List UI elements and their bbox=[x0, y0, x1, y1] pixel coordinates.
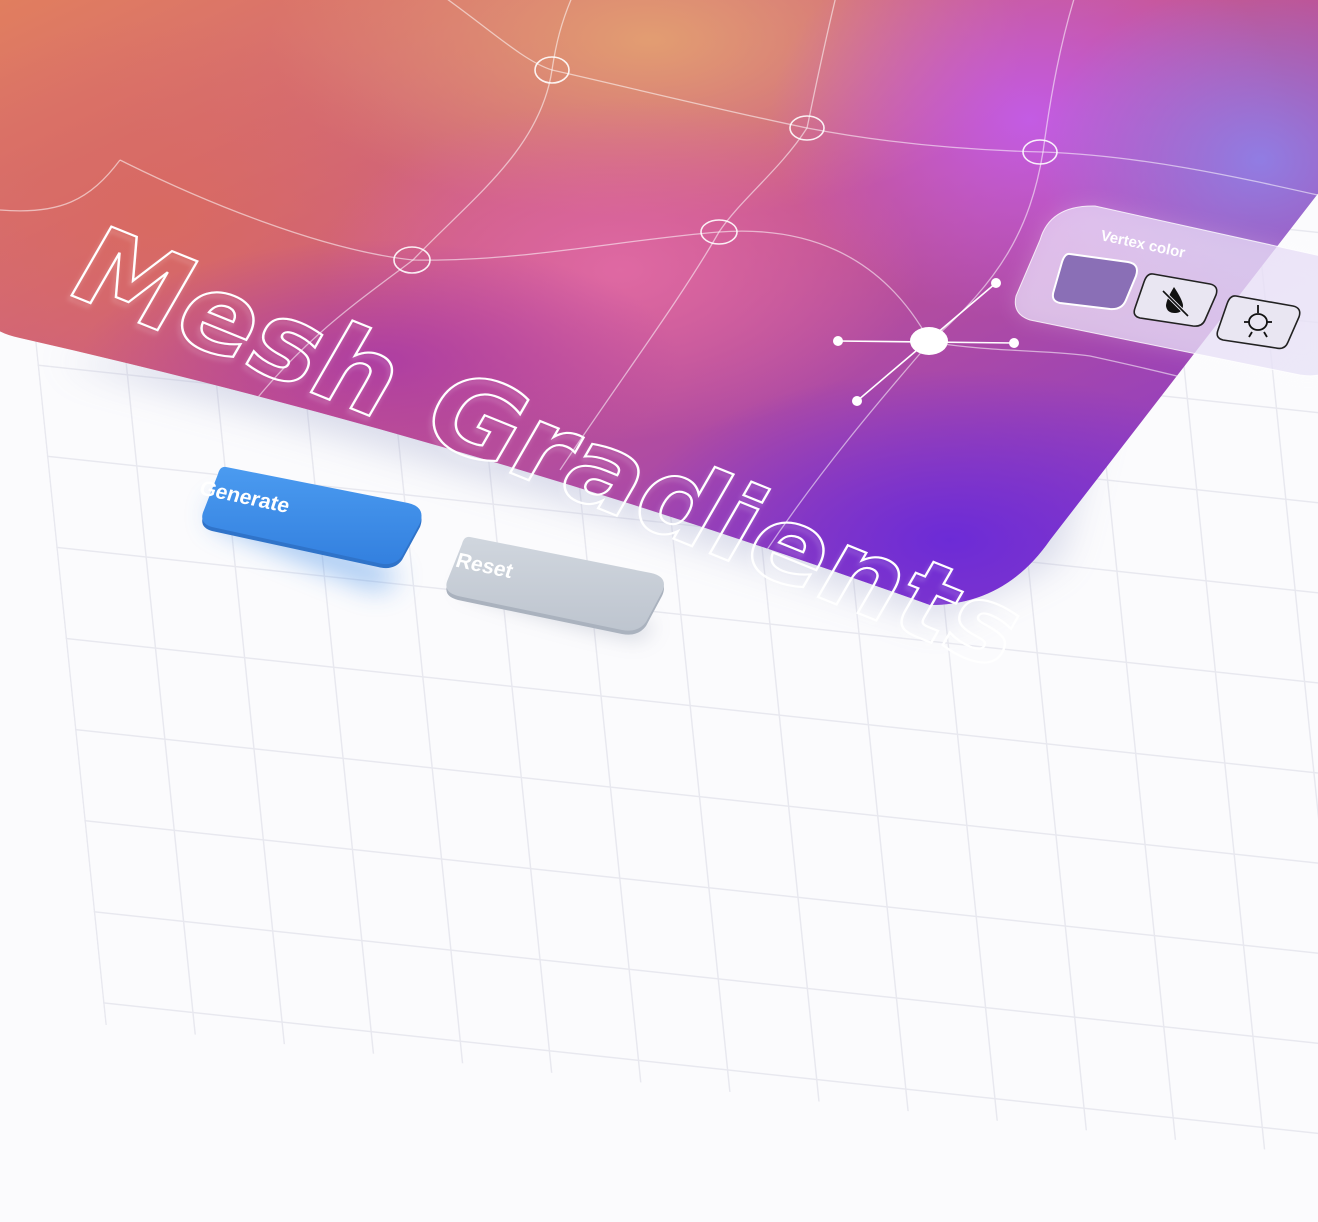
tangent-handle[interactable] bbox=[1009, 338, 1019, 348]
tangent-handle[interactable] bbox=[991, 278, 1001, 288]
tangent-handle[interactable] bbox=[852, 396, 862, 406]
vertex-color-swatch[interactable] bbox=[1051, 252, 1138, 311]
tangent-handle[interactable] bbox=[833, 336, 843, 346]
canvas-stage: Mesh Gradients Mesh Gradients Vertex col… bbox=[0, 0, 1318, 697]
generate-button[interactable]: Generate bbox=[197, 466, 422, 590]
